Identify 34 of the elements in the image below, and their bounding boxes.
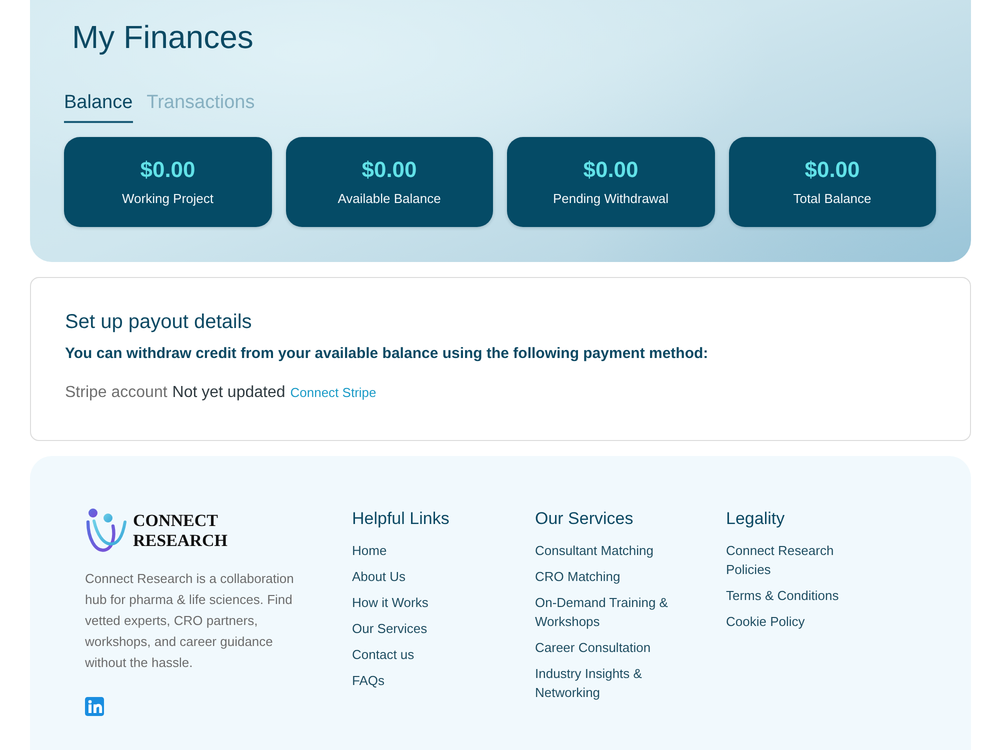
balance-amount: $0.00 [362, 157, 417, 183]
footer-column-heading: Helpful Links [352, 508, 450, 530]
footer-description: Connect Research is a collaboration hub for pharma & life sciences. Find vetted experts, CRO partners, workshops, and career guidance without the hassle. [85, 570, 295, 672]
footer-link[interactable]: CRO Matching [535, 567, 620, 586]
payment-method-label: Stripe account [65, 383, 168, 403]
balance-amount: $0.00 [804, 157, 860, 183]
footer-link[interactable]: Consultant Matching [535, 541, 654, 560]
balance-label: Available Balance [338, 191, 441, 207]
footer-link[interactable]: Terms & Conditions [726, 586, 839, 605]
balance-label: Pending Withdrawal [552, 191, 669, 207]
footer-link[interactable]: Connect Research Policies [726, 541, 876, 579]
footer-link[interactable]: On-Demand Training & Workshops [535, 593, 685, 631]
balance-amount: $0.00 [583, 157, 638, 183]
footer-link[interactable]: Cookie Policy [726, 612, 805, 631]
footer-link[interactable]: Industry Insights & Networking [535, 664, 685, 702]
footer-link[interactable]: About Us [352, 567, 406, 586]
footer-link[interactable]: FAQs [352, 671, 385, 690]
footer-link[interactable]: Contact us [352, 645, 414, 664]
tab[interactable]: Balance [64, 91, 133, 123]
balance-amount: $0.00 [140, 157, 196, 183]
payout-heading: Set up payout details [65, 310, 253, 334]
footer-column-heading: Legality [726, 508, 786, 530]
brand-wordmark: CONNECT RESEARCH [133, 511, 228, 551]
linkedin-icon[interactable] [85, 697, 104, 716]
payout-intro-text: You can withdraw credit from your available balance using the following payment method: [65, 344, 710, 364]
balance-label: Working Project [122, 191, 214, 207]
footer-link[interactable]: How it Works [352, 593, 428, 612]
footer-link[interactable]: Career Consultation [535, 638, 651, 657]
payment-method-status: Not yet updated [172, 383, 286, 403]
footer-link[interactable]: Our Services [352, 619, 428, 638]
page-title: My Finances [72, 18, 254, 57]
footer-link[interactable]: Home [352, 541, 387, 560]
balance-label: Total Balance [793, 191, 872, 207]
footer-column-heading: Our Services [535, 508, 634, 530]
